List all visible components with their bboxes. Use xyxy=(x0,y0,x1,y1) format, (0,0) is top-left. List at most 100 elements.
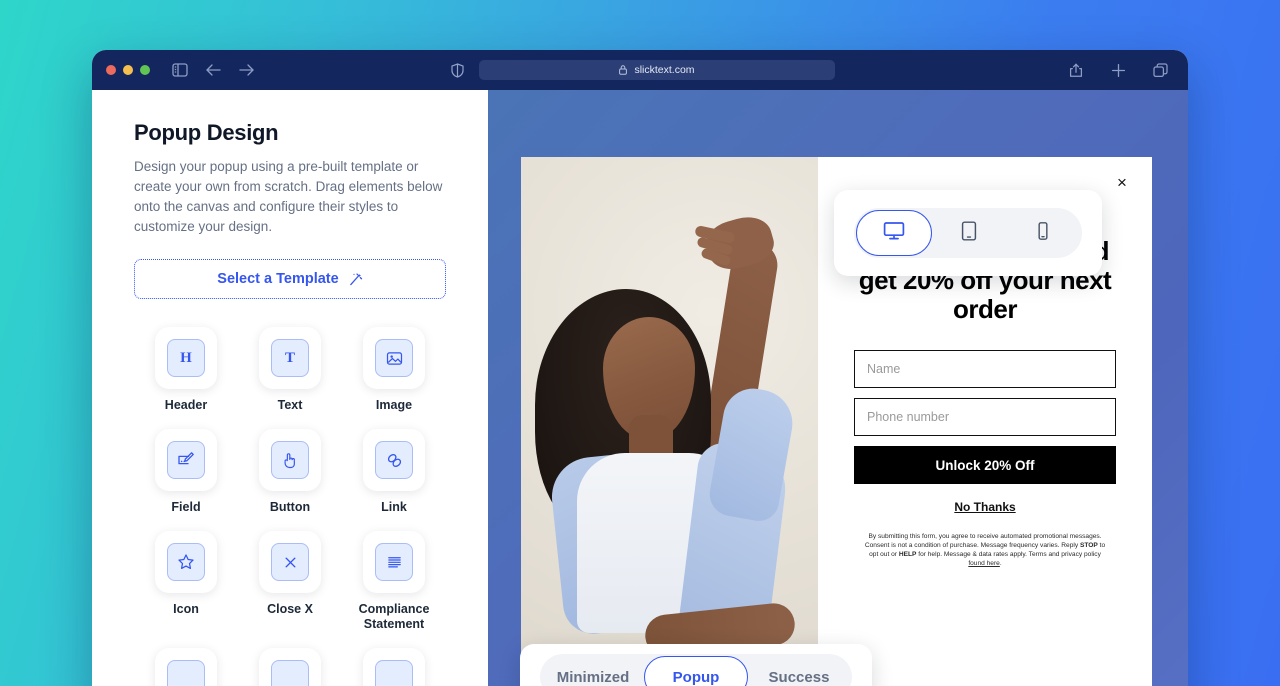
browser-titlebar: slicktext.com xyxy=(92,50,1188,90)
lock-icon xyxy=(619,65,628,75)
palette-tile xyxy=(363,327,425,389)
mobile-icon xyxy=(1033,221,1053,246)
select-template-button[interactable]: Select a Template xyxy=(134,259,446,299)
palette-item-field[interactable]: Field xyxy=(134,429,238,515)
plus-icon[interactable] xyxy=(1106,58,1130,82)
palette-item-button[interactable]: Button xyxy=(238,429,342,515)
close-x-icon xyxy=(271,543,309,581)
page-title: Popup Design xyxy=(134,120,279,145)
placeholder-icon xyxy=(271,660,309,686)
name-field[interactable]: Name xyxy=(854,350,1116,388)
browser-toolbar-right xyxy=(1064,58,1172,82)
palette-label: Image xyxy=(375,398,413,412)
fineprint-text-4: . xyxy=(999,560,1002,567)
back-arrow-icon[interactable] xyxy=(201,58,225,82)
palette-item-image[interactable]: Image xyxy=(342,327,446,413)
palette-item-header[interactable]: H Header xyxy=(134,327,238,413)
minimize-window-button[interactable] xyxy=(123,65,133,75)
window-controls[interactable] xyxy=(106,65,150,75)
placeholder-icon xyxy=(375,660,413,686)
tabs-icon[interactable] xyxy=(1148,58,1172,82)
palette-tile xyxy=(259,531,321,593)
device-tablet-button[interactable] xyxy=(932,210,1006,256)
device-desktop-button[interactable] xyxy=(856,210,932,256)
palette-label: Field xyxy=(171,500,201,514)
placeholder-icon xyxy=(167,660,205,686)
popup-state-toolbar: Minimized Popup Success xyxy=(520,644,872,686)
palette-item-icon[interactable]: Icon xyxy=(134,531,238,632)
palette-item-link[interactable]: Link xyxy=(342,429,446,515)
palette-label: Link xyxy=(381,500,407,514)
share-icon[interactable] xyxy=(1064,58,1088,82)
url-input[interactable]: slicktext.com xyxy=(479,60,835,80)
palette-tile xyxy=(363,648,425,686)
state-tab-minimized[interactable]: Minimized xyxy=(542,656,644,686)
star-icon xyxy=(167,543,205,581)
palette-tile xyxy=(155,648,217,686)
sidebar-toggle-icon[interactable] xyxy=(168,58,192,82)
palette-tile: T xyxy=(259,327,321,389)
palette-tile xyxy=(155,531,217,593)
palette-label: Button xyxy=(269,500,311,514)
text-icon: T xyxy=(271,339,309,377)
palette-item-compliance-statement[interactable]: Compliance Statement xyxy=(342,531,446,632)
unlock-offer-button[interactable]: Unlock 20% Off xyxy=(854,446,1116,484)
forward-arrow-icon[interactable] xyxy=(234,58,258,82)
palette-item-row4-3[interactable] xyxy=(342,648,446,686)
palette-tile xyxy=(259,429,321,491)
state-tab-popup[interactable]: Popup xyxy=(644,656,748,686)
image-icon xyxy=(375,339,413,377)
compliance-statement: By submitting this form, you agree to re… xyxy=(854,532,1116,568)
palette-tile: H xyxy=(155,327,217,389)
palette-item-row4-1[interactable] xyxy=(134,648,238,686)
button-icon xyxy=(271,441,309,479)
palette-item-close-x[interactable]: Close X xyxy=(238,531,342,632)
fineprint-text-3: for help. Message & data rates apply. Te… xyxy=(916,551,1101,558)
palette-item-text[interactable]: T Text xyxy=(238,327,342,413)
tablet-icon xyxy=(958,220,980,247)
compliance-icon xyxy=(375,543,413,581)
palette-item-row4-2[interactable] xyxy=(238,648,342,686)
palette-label: Compliance Statement xyxy=(358,602,430,631)
select-template-label: Select a Template xyxy=(217,271,339,287)
popup-canvas: × WELCOME TO OUR STORE Sign up for texts… xyxy=(488,90,1188,686)
field-icon xyxy=(167,441,205,479)
header-icon: H xyxy=(167,339,205,377)
popup-design-panel: Popup Design Design your popup using a p… xyxy=(92,90,488,686)
browser-window: slicktext.com Popup Design Design your p… xyxy=(92,50,1188,686)
found-here-link[interactable]: found here xyxy=(968,560,1000,567)
device-mobile-button[interactable] xyxy=(1006,210,1080,256)
maximize-window-button[interactable] xyxy=(140,65,150,75)
desktop-icon xyxy=(882,219,906,248)
shield-icon[interactable] xyxy=(445,58,469,82)
model-photo-illustration xyxy=(521,157,818,686)
address-bar-area: slicktext.com xyxy=(445,58,835,82)
no-thanks-link[interactable]: No Thanks xyxy=(854,500,1116,514)
palette-label: Icon xyxy=(173,602,199,616)
palette-tile xyxy=(155,429,217,491)
palette-tile xyxy=(259,648,321,686)
element-palette: H Header T Text Image Field Button Link … xyxy=(134,327,446,686)
link-icon xyxy=(375,441,413,479)
palette-tile xyxy=(363,429,425,491)
fineprint-help: HELP xyxy=(898,551,917,558)
device-toggle-group xyxy=(854,208,1082,258)
palette-tile xyxy=(363,531,425,593)
device-preview-toolbar xyxy=(834,190,1102,276)
fineprint-text-1: By submitting this form, you agree to re… xyxy=(864,533,1102,549)
panel-description: Design your popup using a pre-built temp… xyxy=(134,159,443,234)
popup-hero-image[interactable] xyxy=(521,157,818,686)
browser-nav-group xyxy=(168,58,258,82)
url-text: slicktext.com xyxy=(634,64,695,76)
magic-wand-icon xyxy=(348,272,363,287)
state-toggle-group: Minimized Popup Success xyxy=(540,654,852,686)
close-window-button[interactable] xyxy=(106,65,116,75)
palette-label: Text xyxy=(277,398,303,412)
fineprint-stop: STOP xyxy=(1079,542,1098,549)
state-tab-success[interactable]: Success xyxy=(748,656,850,686)
app-page: Popup Design Design your popup using a p… xyxy=(92,90,1188,686)
palette-label: Header xyxy=(164,398,208,412)
close-icon[interactable]: × xyxy=(1111,171,1133,193)
phone-field[interactable]: Phone number xyxy=(854,398,1116,436)
palette-label: Close X xyxy=(267,602,313,616)
